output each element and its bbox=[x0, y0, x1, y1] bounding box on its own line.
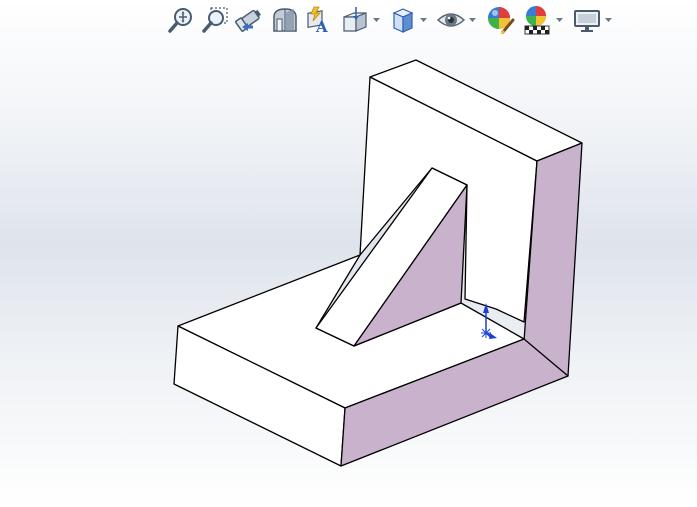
dynamic-annotation-views-button[interactable]: A bbox=[304, 4, 336, 36]
chevron-down-icon bbox=[420, 17, 427, 22]
hide-show-items-dropdown[interactable] bbox=[468, 4, 477, 36]
zoom-to-area-button[interactable] bbox=[200, 4, 230, 36]
hide-show-items-button[interactable] bbox=[436, 4, 466, 36]
chevron-down-icon bbox=[469, 17, 476, 22]
3d-model[interactable] bbox=[0, 0, 697, 507]
view-settings-button[interactable] bbox=[572, 4, 602, 36]
svg-text:A: A bbox=[315, 18, 328, 35]
zoom-to-area-icon bbox=[202, 7, 228, 33]
chevron-down-icon bbox=[556, 17, 563, 22]
view-orientation-dropdown[interactable] bbox=[372, 4, 381, 36]
view-orientation-button[interactable] bbox=[340, 4, 370, 36]
display-style-dropdown[interactable] bbox=[419, 4, 428, 36]
edit-appearance-button[interactable] bbox=[485, 4, 517, 36]
dynamic-annotation-views-icon: A bbox=[307, 6, 328, 35]
hide-show-items-icon bbox=[436, 13, 466, 27]
previous-view-button[interactable] bbox=[234, 4, 266, 36]
section-view-icon bbox=[273, 8, 297, 32]
zoom-to-fit-icon bbox=[168, 8, 192, 33]
zoom-to-fit-button[interactable] bbox=[166, 4, 196, 36]
apply-scene-icon bbox=[524, 6, 550, 35]
view-settings-icon bbox=[574, 10, 600, 32]
apply-scene-button[interactable] bbox=[521, 4, 553, 36]
view-orientation-icon bbox=[343, 7, 367, 32]
heads-up-view-toolbar: A bbox=[166, 3, 621, 37]
display-style-icon bbox=[392, 8, 414, 33]
view-settings-dropdown[interactable] bbox=[604, 4, 613, 36]
apply-scene-dropdown[interactable] bbox=[555, 4, 564, 36]
section-view-button[interactable] bbox=[270, 4, 300, 36]
graphics-viewport[interactable]: A bbox=[0, 0, 697, 507]
chevron-down-icon bbox=[605, 17, 612, 22]
chevron-down-icon bbox=[373, 17, 380, 22]
display-style-button[interactable] bbox=[389, 4, 417, 36]
previous-view-icon bbox=[234, 9, 261, 32]
edit-appearance-icon bbox=[488, 7, 515, 35]
